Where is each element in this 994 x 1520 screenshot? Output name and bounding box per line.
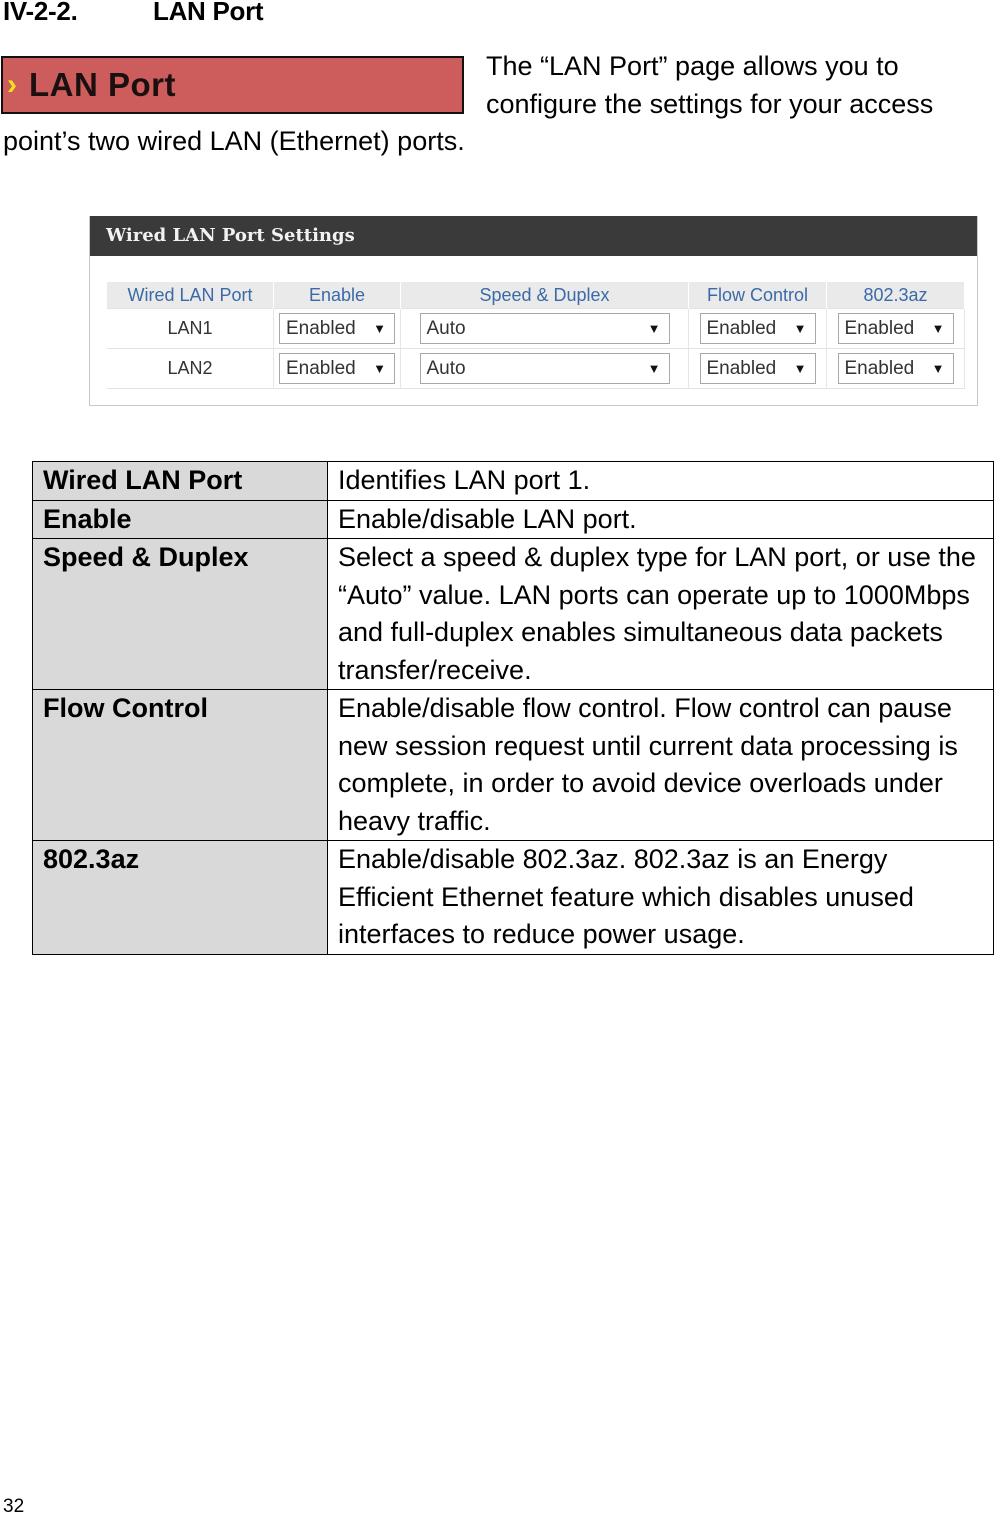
dropdown-arrow-icon: ▼ xyxy=(373,361,386,376)
speed-duplex-select[interactable]: Auto ▼ xyxy=(419,353,670,384)
column-header: Wired LAN Port xyxy=(107,282,274,309)
column-header: Speed & Duplex xyxy=(400,282,689,309)
enable-select[interactable]: Enabled ▼ xyxy=(279,313,395,344)
dropdown-arrow-icon: ▼ xyxy=(647,361,661,376)
settings-table: Wired LAN Port Enable Speed & Duplex Flo… xyxy=(107,282,965,389)
column-header: Enable xyxy=(273,282,401,309)
port-label: LAN1 xyxy=(107,308,274,349)
table-row: 802.3az Enable/disable 802.3az. 802.3az … xyxy=(32,840,994,955)
table-row: Flow Control Enable/disable flow control… xyxy=(32,689,994,841)
section-number: IV-2-2. xyxy=(3,0,78,26)
field-description: Identifies LAN port 1. xyxy=(327,461,994,501)
802-3az-select[interactable]: Enabled ▼ xyxy=(837,353,954,384)
flow-control-select[interactable]: Enabled ▼ xyxy=(699,313,816,344)
table-row: Speed & Duplex Select a speed & duplex t… xyxy=(32,538,994,690)
chevron-right-icon: › xyxy=(7,68,17,101)
enable-select[interactable]: Enabled ▼ xyxy=(279,353,395,384)
description-table: Wired LAN Port Identifies LAN port 1. En… xyxy=(32,461,994,955)
lan-port-banner: › LAN Port xyxy=(1,56,464,114)
field-name: Enable xyxy=(32,499,328,539)
panel-title: Wired LAN Port Settings xyxy=(90,216,977,256)
field-description: Enable/disable flow control. Flow contro… xyxy=(327,689,994,841)
section-heading: IV-2-2. LAN Port xyxy=(3,0,264,27)
field-description: Enable/disable LAN port. xyxy=(327,499,994,539)
section-title: LAN Port xyxy=(153,0,264,26)
column-header: 802.3az xyxy=(826,282,965,309)
wired-lan-port-settings-panel: Wired LAN Port Settings Wired LAN Port E… xyxy=(89,216,978,406)
dropdown-arrow-icon: ▼ xyxy=(793,321,807,336)
column-header: Flow Control xyxy=(688,282,827,309)
dropdown-arrow-icon: ▼ xyxy=(647,321,661,336)
page-number: 32 xyxy=(3,1496,25,1517)
banner-title: LAN Port xyxy=(29,66,176,103)
table-row: Wired LAN Port Identifies LAN port 1. xyxy=(32,461,994,501)
field-name: Speed & Duplex xyxy=(32,538,328,690)
802-3az-select[interactable]: Enabled ▼ xyxy=(837,313,954,344)
field-name: Flow Control xyxy=(32,689,328,841)
field-name: Wired LAN Port xyxy=(32,461,328,501)
dropdown-arrow-icon: ▼ xyxy=(793,361,807,376)
speed-duplex-select[interactable]: Auto ▼ xyxy=(419,313,670,344)
dropdown-arrow-icon: ▼ xyxy=(931,361,945,376)
port-label: LAN2 xyxy=(107,348,274,389)
field-description: Select a speed & duplex type for LAN por… xyxy=(327,538,994,690)
field-name: 802.3az xyxy=(32,840,328,955)
dropdown-arrow-icon: ▼ xyxy=(931,321,945,336)
flow-control-select[interactable]: Enabled ▼ xyxy=(699,353,816,384)
dropdown-arrow-icon: ▼ xyxy=(373,321,386,336)
table-row: LAN1 Enabled ▼ Auto ▼ Enabled ▼ Enabled ▼ xyxy=(107,308,965,349)
table-row: LAN2 Enabled ▼ Auto ▼ Enabled ▼ Enabled ▼ xyxy=(107,348,965,389)
table-row: Enable Enable/disable LAN port. xyxy=(32,499,994,539)
field-description: Enable/disable 802.3az. 802.3az is an En… xyxy=(327,840,994,955)
